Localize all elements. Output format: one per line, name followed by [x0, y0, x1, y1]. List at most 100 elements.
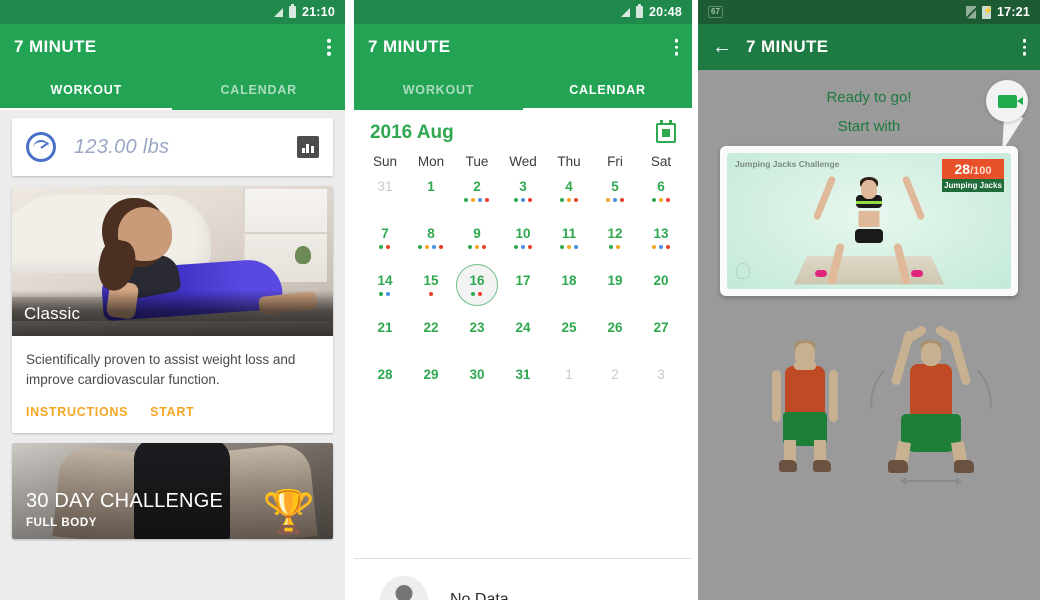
calendar-dot-red — [527, 198, 532, 202]
video-frame: Jumping Jacks Challenge 28/100 Jumping J… — [727, 153, 1011, 289]
calendar-day-cell[interactable]: 23 — [454, 312, 500, 359]
calendar-day-cell[interactable]: 6 — [638, 171, 684, 218]
calendar-dot-green — [559, 245, 564, 249]
calendar-dot-green — [513, 245, 518, 249]
calendar-dot-red — [478, 292, 483, 296]
status-bar: 67 17:21 — [698, 0, 1040, 24]
calendar-dot-green — [418, 245, 423, 249]
calendar-day-dots — [559, 245, 578, 249]
back-arrow-icon[interactable]: ← — [712, 37, 732, 57]
calendar-dot-orange — [425, 245, 430, 249]
calendar-day-dots — [513, 198, 532, 202]
calendar-icon[interactable] — [656, 120, 676, 143]
calendar-day-dots — [467, 245, 486, 249]
calendar-day-dots — [513, 245, 532, 249]
workout-card-classic[interactable]: Classic Scientifically proven to assist … — [12, 186, 333, 434]
calendar-day-cell[interactable]: 24 — [500, 312, 546, 359]
phone-panel-calendar: 20:48 7 MINUTE WORKOUT CALENDAR 2016 Aug… — [353, 0, 692, 600]
calendar-day-cell[interactable]: 2 — [454, 171, 500, 218]
calendar-day-cell[interactable]: 29 — [408, 359, 454, 406]
calendar-day-number: 30 — [469, 367, 485, 382]
calendar-weekday-row: Sun Mon Tue Wed Thu Fri Sat — [354, 148, 692, 171]
calendar-dot-red — [439, 245, 444, 249]
overflow-menu-icon[interactable] — [1022, 38, 1026, 56]
calendar-day-dots — [471, 292, 483, 296]
start-button[interactable]: START — [150, 405, 194, 419]
calendar-day-cell[interactable]: 1 — [546, 359, 592, 406]
calendar-day-cell[interactable]: 18 — [546, 265, 592, 312]
calendar-day-number: 10 — [515, 226, 531, 241]
calendar-day-cell[interactable]: 21 — [362, 312, 408, 359]
calendar-day-number: 13 — [653, 226, 669, 241]
weight-value: 123.00 lbs — [74, 135, 170, 158]
calendar-day-cell[interactable]: 26 — [592, 312, 638, 359]
calendar-day-cell[interactable]: 17 — [500, 265, 546, 312]
calendar-day-number: 1 — [565, 367, 573, 382]
video-camera-icon[interactable] — [986, 80, 1028, 122]
calendar-dot-green — [379, 292, 384, 296]
calendar-dot-orange — [616, 245, 621, 249]
rep-counter-value: 28/100 — [942, 159, 1004, 179]
calendar-day-cell[interactable]: 22 — [408, 312, 454, 359]
calendar-day-cell[interactable]: 19 — [592, 265, 638, 312]
status-clock: 20:48 — [649, 5, 682, 19]
calendar-day-cell[interactable]: 28 — [362, 359, 408, 406]
calendar-day-dots — [464, 198, 490, 202]
calendar-day-cell[interactable]: 1 — [408, 171, 454, 218]
calendar-dot-red — [485, 198, 490, 202]
calendar-day-cell[interactable]: 14 — [362, 265, 408, 312]
tab-calendar[interactable]: CALENDAR — [173, 70, 345, 110]
calendar-day-cell[interactable]: 20 — [638, 265, 684, 312]
calendar-day-cell[interactable]: 4 — [546, 171, 592, 218]
calendar-day-cell[interactable]: 10 — [500, 218, 546, 265]
tab-workout[interactable]: WORKOUT — [0, 70, 173, 110]
calendar-dot-orange — [566, 245, 571, 249]
challenge-subtitle: FULL BODY — [26, 517, 97, 530]
calendar-dot-blue — [386, 292, 391, 296]
calendar-day-cell[interactable]: 3 — [500, 171, 546, 218]
phone-panel-workout: 21:10 7 MINUTE WORKOUT CALENDAR 123.00 l… — [0, 0, 345, 600]
workout-description: Scientifically proven to assist weight l… — [26, 352, 296, 387]
rep-current: 28 — [954, 161, 971, 177]
calendar-day-number: 15 — [423, 273, 439, 288]
calendar-dot-orange — [605, 198, 610, 202]
calendar-day-cell[interactable]: 12 — [592, 218, 638, 265]
tab-workout[interactable]: WORKOUT — [354, 70, 523, 110]
calendar-day-number: 18 — [561, 273, 577, 288]
weight-card[interactable]: 123.00 lbs — [12, 118, 333, 176]
calendar-day-number: 3 — [519, 179, 527, 194]
overflow-menu-icon[interactable] — [327, 38, 331, 56]
battery-charging-icon — [982, 5, 993, 19]
tab-bar: WORKOUT CALENDAR — [0, 70, 345, 110]
calendar-day-cell[interactable]: 13 — [638, 218, 684, 265]
app-bar: 7 MINUTE — [0, 24, 345, 70]
calendar-day-cell[interactable]: 15 — [408, 265, 454, 312]
calendar-day-cell[interactable]: 7 — [362, 218, 408, 265]
calendar-day-cell[interactable]: 11 — [546, 218, 592, 265]
overflow-menu-icon[interactable] — [674, 38, 678, 56]
calendar-day-cell[interactable]: 3 — [638, 359, 684, 406]
calendar-weekday: Tue — [465, 154, 489, 169]
calendar-day-cell[interactable]: 25 — [546, 312, 592, 359]
ready-line-2: Start with — [837, 117, 901, 135]
instructions-button[interactable]: INSTRUCTIONS — [26, 405, 128, 419]
no-data-label: No Data — [449, 590, 509, 600]
exercise-video-card[interactable]: Jumping Jacks Challenge 28/100 Jumping J… — [720, 146, 1018, 296]
calendar-day-cell[interactable]: 30 — [454, 359, 500, 406]
bar-chart-icon[interactable] — [296, 136, 319, 158]
calendar-weekday: Mon — [417, 154, 445, 169]
calendar-day-cell[interactable]: 9 — [454, 218, 500, 265]
tab-calendar[interactable]: CALENDAR — [523, 70, 692, 110]
challenge-card-30-day[interactable]: 30 DAY CHALLENGE FULL BODY 🏆 — [12, 443, 333, 540]
calendar-day-cell[interactable]: 31 — [500, 359, 546, 406]
calendar-day-cell[interactable]: 8 — [408, 218, 454, 265]
calendar-dot-red — [481, 245, 486, 249]
calendar-day-cell[interactable]: 2 — [592, 359, 638, 406]
calendar-dot-red — [527, 245, 532, 249]
calendar-day-cell[interactable]: 27 — [638, 312, 684, 359]
calendar-day-cell[interactable]: 5 — [592, 171, 638, 218]
battery-icon — [289, 4, 296, 18]
calendar-day-cell[interactable]: 16 — [454, 264, 500, 312]
calendar-day-cell[interactable]: 31 — [362, 171, 408, 218]
calendar-day-number: 25 — [561, 320, 577, 335]
